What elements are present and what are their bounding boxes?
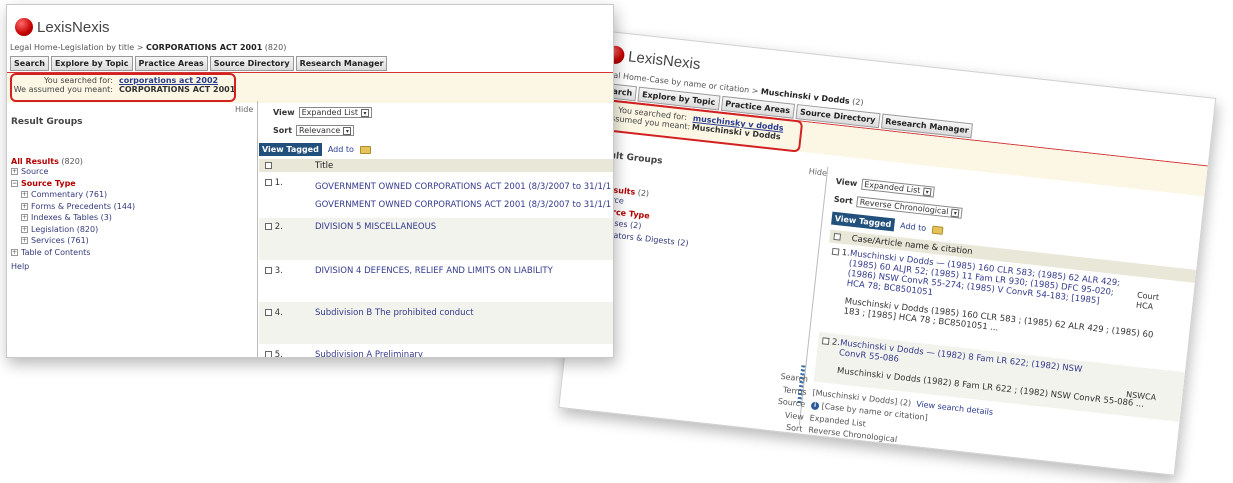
folder-icon[interactable] [359, 145, 371, 154]
tab-research-manager[interactable]: Research Manager [295, 56, 388, 71]
sidebar-item-forms[interactable]: + Forms & Precedents (144) [11, 201, 251, 213]
expand-icon[interactable]: + [21, 214, 28, 221]
tab-source-directory[interactable]: Source Directory [209, 56, 294, 71]
case-search-screenshot: LexisNexis Legal Home-Case by name or ci… [558, 30, 1217, 476]
expand-icon[interactable]: + [11, 248, 18, 256]
row-checkbox[interactable] [265, 309, 272, 316]
chevron-down-icon: ▾ [361, 108, 370, 117]
panel-divider [257, 101, 258, 357]
sidebar-item-legislation[interactable]: + Legislation (820) [11, 224, 251, 236]
source-type-group[interactable]: −Source Type [11, 178, 251, 190]
expand-icon[interactable]: + [21, 225, 28, 233]
info-icon[interactable]: i [810, 400, 820, 410]
view-control: View Expanded List ▾ [273, 107, 373, 118]
view-select[interactable]: Expanded List ▾ [860, 178, 935, 198]
sidebar-item-indexes[interactable]: + Indexes & Tables (3) [11, 212, 251, 224]
table-row: 1. GOVERNMENT OWNED CORPORATIONS ACT 200… [259, 172, 613, 218]
source-group[interactable]: +Source [11, 166, 251, 178]
row-checkbox[interactable] [265, 351, 272, 357]
globe-icon [15, 18, 33, 36]
row-checkbox[interactable] [821, 337, 830, 346]
all-results-link[interactable]: All Results [11, 157, 59, 166]
sidebar-item-services[interactable]: + Services (761) [11, 235, 251, 247]
table-row: 2. DIVISION 5 MISCELLANEOUS [259, 218, 613, 260]
tab-practice-areas[interactable]: Practice Areas [134, 56, 208, 71]
hide-sidebar-link[interactable]: Hide [808, 167, 827, 178]
sidebar-item-commentary[interactable]: + Commentary (761) [11, 189, 251, 201]
table-header: Title [259, 159, 613, 172]
hide-sidebar-link[interactable]: Hide [235, 105, 253, 114]
result-title-link[interactable]: Subdivision B The prohibited conduct [315, 308, 474, 318]
chevron-down-icon: ▾ [922, 186, 932, 196]
row-checkbox[interactable] [265, 179, 272, 186]
result-title-link[interactable]: DIVISION 5 MISCELLANEOUS [315, 222, 436, 232]
table-row: 5. Subdivision A Preliminary [259, 344, 613, 357]
callout-highlight [10, 73, 236, 102]
tab-search[interactable]: Search [10, 56, 49, 71]
search-correction-banner: You searched for: corporations act 2002 … [7, 73, 613, 103]
table-row: 3. DIVISION 4 DEFENCES, RELIEF AND LIMIT… [259, 260, 613, 302]
table-row: 4. Subdivision B The prohibited conduct [259, 302, 613, 344]
sort-select[interactable]: Relevance ▾ [296, 125, 355, 136]
chevron-down-icon: ▾ [343, 126, 352, 135]
add-to-link[interactable]: Add to [328, 145, 354, 154]
expand-icon[interactable]: + [21, 191, 28, 198]
select-all-checkbox[interactable] [265, 161, 272, 169]
sidebar-item-toc[interactable]: + Table of Contents [11, 247, 251, 259]
view-select[interactable]: Expanded List ▾ [298, 107, 373, 118]
row-checkbox[interactable] [831, 247, 840, 256]
help-link[interactable]: Help [11, 261, 251, 273]
view-control: View Expanded List ▾ [835, 176, 935, 198]
row-checkbox[interactable] [265, 267, 272, 274]
main-tabs: Search Explore by Topic Practice Areas S… [7, 52, 613, 71]
folder-icon[interactable] [931, 225, 944, 235]
expand-icon[interactable]: + [21, 237, 28, 244]
row-checkbox[interactable] [265, 223, 272, 230]
breadcrumb: Legal Home-Legislation by title > CORPOR… [10, 43, 287, 52]
result-title-link[interactable]: DIVISION 4 DEFENCES, RELIEF AND LIMITS O… [315, 266, 553, 276]
expand-icon[interactable]: + [11, 168, 18, 175]
add-to-link[interactable]: Add to [900, 221, 927, 233]
legislation-search-screenshot: LexisNexis Legal Home-Legislation by tit… [6, 4, 614, 358]
result-title-link[interactable]: GOVERNMENT OWNED CORPORATIONS ACT 2001 (… [315, 196, 611, 214]
tab-explore-by-topic[interactable]: Explore by Topic [50, 56, 133, 71]
view-tagged-button[interactable]: View Tagged [259, 143, 322, 156]
result-title-link[interactable]: Subdivision A Preliminary [315, 350, 423, 357]
select-all-checkbox[interactable] [833, 232, 842, 241]
result-groups-sidebar: Result Groups All Results (820) + Source … [11, 117, 251, 273]
lexisnexis-logo[interactable]: LexisNexis [7, 5, 613, 39]
chevron-down-icon: ▾ [951, 208, 960, 218]
result-title-link[interactable]: GOVERNMENT OWNED CORPORATIONS ACT 2001 (… [315, 178, 611, 196]
collapse-icon[interactable]: − [11, 179, 18, 187]
sort-control: Sort Relevance ▾ [273, 125, 355, 136]
breadcrumb-home-link[interactable]: Legal Home-Legislation by title > [10, 43, 146, 52]
results-table: Title 1. GOVERNMENT OWNED CORPORATIONS A… [259, 159, 613, 357]
expand-icon[interactable]: + [21, 202, 28, 210]
result-groups-title: Result Groups [11, 117, 83, 127]
view-tagged-button[interactable]: View Tagged [831, 211, 895, 232]
